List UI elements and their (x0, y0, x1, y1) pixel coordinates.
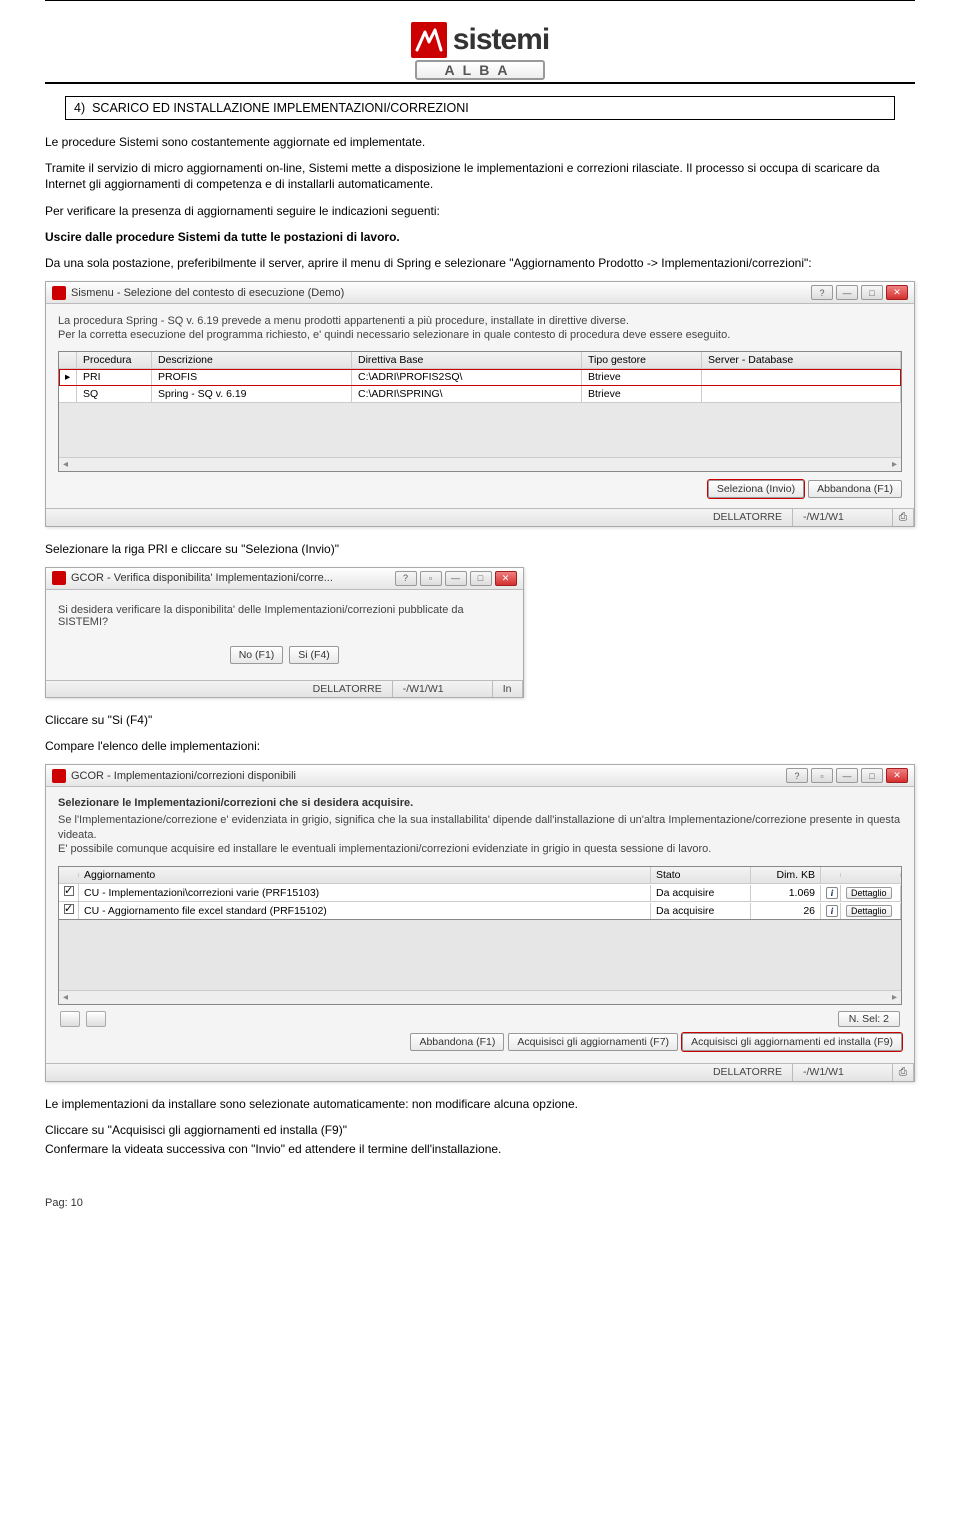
row-checkbox[interactable] (64, 886, 74, 896)
info-icon[interactable]: i (826, 905, 838, 917)
section-heading-box: 4) SCARICO ED INSTALLAZIONE IMPLEMENTAZI… (65, 96, 895, 120)
col-dim[interactable]: Dim. KB (751, 867, 821, 883)
body-text: Per verificare la presenza di aggiorname… (45, 203, 915, 219)
dettaglio-button[interactable]: Dettaglio (846, 887, 892, 899)
help-button[interactable]: ? (786, 768, 808, 783)
selection-count: N. Sel: 2 (838, 1011, 900, 1027)
status-bar: DELLATORRE -/W1/W1 In (46, 680, 523, 697)
help-button[interactable]: ? (811, 285, 833, 300)
close-button[interactable]: ✕ (886, 285, 908, 300)
minimize-button[interactable]: — (445, 571, 467, 586)
abbandona-button[interactable]: Abbandona (F1) (410, 1033, 504, 1051)
acquisisci-installa-button[interactable]: Acquisisci gli aggiornamenti ed installa… (682, 1033, 902, 1051)
body-text: Da una sola postazione, preferibilmente … (45, 255, 915, 271)
select-all-icon[interactable] (60, 1011, 80, 1027)
body-text-bold: Uscire dalle procedure Sistemi da tutte … (45, 229, 915, 245)
seleziona-button[interactable]: Seleziona (Invio) (708, 480, 804, 498)
maximize-button[interactable]: □ (470, 571, 492, 586)
info-icon[interactable]: i (826, 887, 838, 899)
window-title: Sismenu - Selezione del contesto di esec… (71, 287, 806, 299)
minimize-button[interactable]: — (836, 768, 858, 783)
page-number: Pag: 10 (45, 1197, 915, 1209)
status-bar: DELLATORRE -/W1/W1 ⎙ (46, 508, 914, 526)
status-terminal: -/W1/W1 (793, 1064, 893, 1081)
maximize-button[interactable]: □ (861, 285, 883, 300)
col-tipo-gestore[interactable]: Tipo gestore (582, 352, 702, 368)
app-icon (52, 769, 66, 783)
section-number: 4) (74, 101, 85, 115)
dettaglio-button[interactable]: Dettaglio (846, 905, 892, 917)
procedure-grid: Procedura Descrizione Direttiva Base Tip… (58, 351, 902, 472)
update-row[interactable]: CU - Aggiornamento file excel standard (… (59, 902, 901, 920)
col-procedura[interactable]: Procedura (77, 352, 152, 368)
window-titlebar: GCOR - Verifica disponibilita' Implement… (46, 568, 523, 590)
si-button[interactable]: Si (F4) (289, 646, 339, 664)
window-title: GCOR - Verifica disponibilita' Implement… (71, 572, 390, 584)
status-terminal: -/W1/W1 (793, 509, 893, 526)
status-user: DELLATORRE (703, 1064, 793, 1081)
maximize-button[interactable]: □ (861, 768, 883, 783)
window-title: GCOR - Implementazioni/correzioni dispon… (71, 770, 781, 782)
dialog-question: Si desidera verificare la disponibilita'… (58, 604, 511, 628)
close-button[interactable]: ✕ (886, 768, 908, 783)
status-icon: ⎙ (893, 1064, 914, 1081)
logo-mark-icon (411, 22, 447, 58)
deselect-all-icon[interactable] (86, 1011, 106, 1027)
restore-button[interactable]: ▫ (811, 768, 833, 783)
restore-button[interactable]: ▫ (420, 571, 442, 586)
app-icon (52, 286, 66, 300)
help-button[interactable]: ? (395, 571, 417, 586)
logo-subbrand: ALBA (415, 60, 546, 80)
window-titlebar: GCOR - Implementazioni/correzioni dispon… (46, 765, 914, 787)
body-text: Le implementazioni da installare sono se… (45, 1096, 915, 1112)
status-bar: DELLATORRE -/W1/W1 ⎙ (46, 1063, 914, 1081)
body-text: Selezionare la riga PRI e cliccare su "S… (45, 541, 915, 557)
grid-row-pri[interactable]: ▸ PRI PROFIS C:\ADRI\PROFIS2SQ\ Btrieve (59, 369, 901, 386)
status-user: DELLATORRE (703, 509, 793, 526)
section-title: SCARICO ED INSTALLAZIONE IMPLEMENTAZIONI… (92, 101, 469, 115)
col-descrizione[interactable]: Descrizione (152, 352, 352, 368)
dialog-text: Se l'Implementazione/correzione e' evide… (58, 813, 902, 856)
update-row[interactable]: CU - Implementazioni\correzioni varie (P… (59, 884, 901, 902)
body-text: Tramite il servizio di micro aggiornamen… (45, 160, 915, 192)
col-aggiornamento[interactable]: Aggiornamento (79, 867, 651, 883)
acquisisci-button[interactable]: Acquisisci gli aggiornamenti (F7) (508, 1033, 678, 1051)
body-text: Le procedure Sistemi sono costantemente … (45, 134, 915, 150)
screenshot-updates-list: GCOR - Implementazioni/correzioni dispon… (45, 764, 915, 1082)
close-button[interactable]: ✕ (495, 571, 517, 586)
app-icon (52, 571, 66, 585)
status-icon: ⎙ (893, 509, 914, 526)
status-mode: In (493, 681, 523, 697)
screenshot-context-selection: Sismenu - Selezione del contesto di esec… (45, 281, 915, 527)
body-text: Compare l'elenco delle implementazioni: (45, 738, 915, 754)
abbandona-button[interactable]: Abbandona (F1) (808, 480, 902, 498)
dialog-heading: Selezionare le Implementazioni/correzion… (58, 797, 902, 809)
dialog-text: La procedura Spring - SQ v. 6.19 prevede… (58, 314, 902, 343)
body-text: Cliccare su "Si (F4)" (45, 712, 915, 728)
page-header: sistemi ALBA (45, 7, 915, 84)
row-checkbox[interactable] (64, 904, 74, 914)
no-button[interactable]: No (F1) (230, 646, 284, 664)
grid-row-sq[interactable]: SQ Spring - SQ v. 6.19 C:\ADRI\SPRING\ B… (59, 386, 901, 403)
body-text: Cliccare su "Acquisisci gli aggiornament… (45, 1122, 915, 1138)
col-direttiva[interactable]: Direttiva Base (352, 352, 582, 368)
minimize-button[interactable]: — (836, 285, 858, 300)
logo-brand: sistemi (453, 23, 549, 57)
updates-grid: Aggiornamento Stato Dim. KB CU - Impleme… (58, 866, 902, 1005)
col-server-db[interactable]: Server - Database (702, 352, 901, 368)
body-text: Confermare la videata successiva con "In… (45, 1141, 915, 1157)
screenshot-confirm-dialog: GCOR - Verifica disponibilita' Implement… (45, 567, 524, 698)
col-stato[interactable]: Stato (651, 867, 751, 883)
status-terminal: -/W1/W1 (393, 681, 493, 697)
status-user: DELLATORRE (303, 681, 393, 697)
window-titlebar: Sismenu - Selezione del contesto di esec… (46, 282, 914, 304)
